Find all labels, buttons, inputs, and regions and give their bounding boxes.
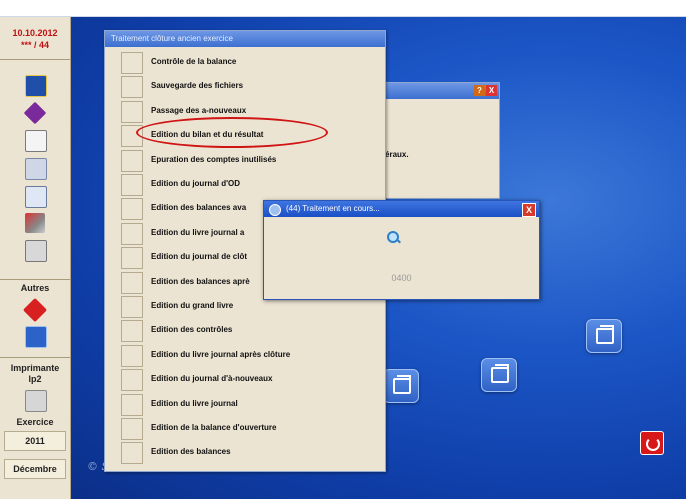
step-checkbox[interactable] xyxy=(121,271,143,294)
step-checkbox[interactable] xyxy=(121,174,143,196)
app-icon xyxy=(269,204,281,216)
divider xyxy=(0,357,70,358)
step-checkbox[interactable] xyxy=(121,344,143,367)
progress-counter: 0400 xyxy=(391,273,412,283)
step-label[interactable]: Sauvegarde des fichiers xyxy=(151,76,243,96)
step-label[interactable]: Edition de la balance d'ouverture xyxy=(151,418,276,438)
calculator-icon[interactable] xyxy=(25,158,47,180)
highlight-ellipse xyxy=(136,117,328,148)
list-item[interactable]: Edition des balances xyxy=(121,442,385,465)
window-restore-tile[interactable] xyxy=(586,319,622,353)
step-label[interactable]: Edition du journal d'à-nouveaux xyxy=(151,369,272,389)
progress-dialog: (44) Traitement en cours... X 0400 xyxy=(263,200,540,300)
tools-icon[interactable] xyxy=(25,213,45,233)
sidebar: 10.10.2012 *** / 44 Autres Imprimante lp… xyxy=(0,17,71,499)
panel-title: Traitement clôture ancien exercice xyxy=(105,31,385,47)
step-checkbox[interactable] xyxy=(121,222,143,245)
step-checkbox[interactable] xyxy=(121,100,143,123)
date-label: 10.10.2012 xyxy=(12,28,58,38)
disk-icon[interactable] xyxy=(25,240,47,262)
calendar-icon[interactable] xyxy=(25,130,47,152)
step-label[interactable]: Edition du grand livre xyxy=(151,296,233,316)
step-checkbox[interactable] xyxy=(121,76,143,99)
magnifier-icon xyxy=(387,231,401,244)
power-icon[interactable] xyxy=(640,431,664,455)
top-strip xyxy=(0,0,686,17)
step-checkbox[interactable] xyxy=(121,247,143,270)
step-checkbox[interactable] xyxy=(121,418,143,440)
list-item[interactable]: Edition des contrôles xyxy=(121,320,385,343)
autres-label: Autres xyxy=(20,283,50,293)
divider xyxy=(0,279,70,280)
list-item[interactable]: Epuration des comptes inutilisés xyxy=(121,149,385,172)
close-icon[interactable]: X xyxy=(522,203,536,217)
login-screen-icon[interactable] xyxy=(25,186,47,208)
step-label[interactable]: Edition du journal d'OD xyxy=(151,174,240,194)
step-label[interactable]: Edition du livre journal après clôture xyxy=(151,345,290,365)
step-label[interactable]: Edition des contrôles xyxy=(151,320,232,340)
step-checkbox[interactable] xyxy=(121,52,143,74)
exercice-label: Exercice xyxy=(16,417,54,427)
exercice-year[interactable]: 2011 xyxy=(4,431,66,451)
imprimante-label: Imprimante xyxy=(10,363,60,373)
list-item[interactable]: Edition de la balance d'ouverture xyxy=(121,418,385,440)
step-label[interactable]: Contrôle de la balance xyxy=(151,52,236,72)
list-item[interactable]: Edition du journal d'à-nouveaux xyxy=(121,369,385,392)
list-item[interactable]: Edition du livre journal après clôture xyxy=(121,344,385,367)
step-label[interactable]: Edition des balances ava xyxy=(151,198,246,218)
dialog-title: (44) Traitement en cours... xyxy=(286,204,380,213)
session-label: *** / 44 xyxy=(20,40,50,50)
step-label[interactable]: Epuration des comptes inutilisés xyxy=(151,150,276,170)
step-checkbox[interactable] xyxy=(121,149,143,172)
diamond-book-icon[interactable] xyxy=(23,101,47,125)
window-restore-tile[interactable] xyxy=(481,358,517,392)
background-window[interactable]: ? X éraux. xyxy=(380,82,500,199)
tt-ps-icon[interactable] xyxy=(25,326,47,348)
step-label[interactable]: Edition du livre journal xyxy=(151,394,238,414)
step-label[interactable]: Edition des balances xyxy=(151,442,231,462)
step-checkbox[interactable] xyxy=(121,442,143,465)
list-item[interactable]: Edition du journal d'OD xyxy=(121,174,385,196)
step-label[interactable]: Edition du livre journal a xyxy=(151,223,244,243)
list-item[interactable]: Edition du livre journal xyxy=(121,393,385,416)
list-item[interactable]: Sauvegarde des fichiers xyxy=(121,76,385,99)
session-info: 10.10.2012 *** / 44 xyxy=(0,27,70,51)
list-item[interactable]: Contrôle de la balance xyxy=(121,52,385,74)
background-window-titlebar: ? X xyxy=(381,83,499,99)
step-checkbox[interactable] xyxy=(121,198,143,221)
printer-icon[interactable] xyxy=(25,390,47,412)
help-icon[interactable]: ? xyxy=(474,85,485,96)
step-checkbox[interactable] xyxy=(121,296,143,318)
dialog-titlebar: (44) Traitement en cours... X xyxy=(264,201,539,217)
close-icon[interactable]: X xyxy=(486,85,497,96)
step-checkbox[interactable] xyxy=(121,320,143,343)
divider xyxy=(0,59,70,60)
background-window-text: éraux. xyxy=(385,150,409,159)
step-checkbox[interactable] xyxy=(121,393,143,416)
step-checkbox[interactable] xyxy=(121,369,143,392)
window-restore-tile[interactable] xyxy=(383,369,419,403)
step-label[interactable]: Edition du journal de clôt xyxy=(151,247,247,267)
printer-name: lp2 xyxy=(28,374,42,384)
step-label[interactable]: Edition des balances aprè xyxy=(151,272,250,292)
month-selector[interactable]: Décembre xyxy=(4,459,66,479)
book-icon[interactable] xyxy=(25,75,47,97)
red-diamond-icon[interactable] xyxy=(22,297,48,323)
